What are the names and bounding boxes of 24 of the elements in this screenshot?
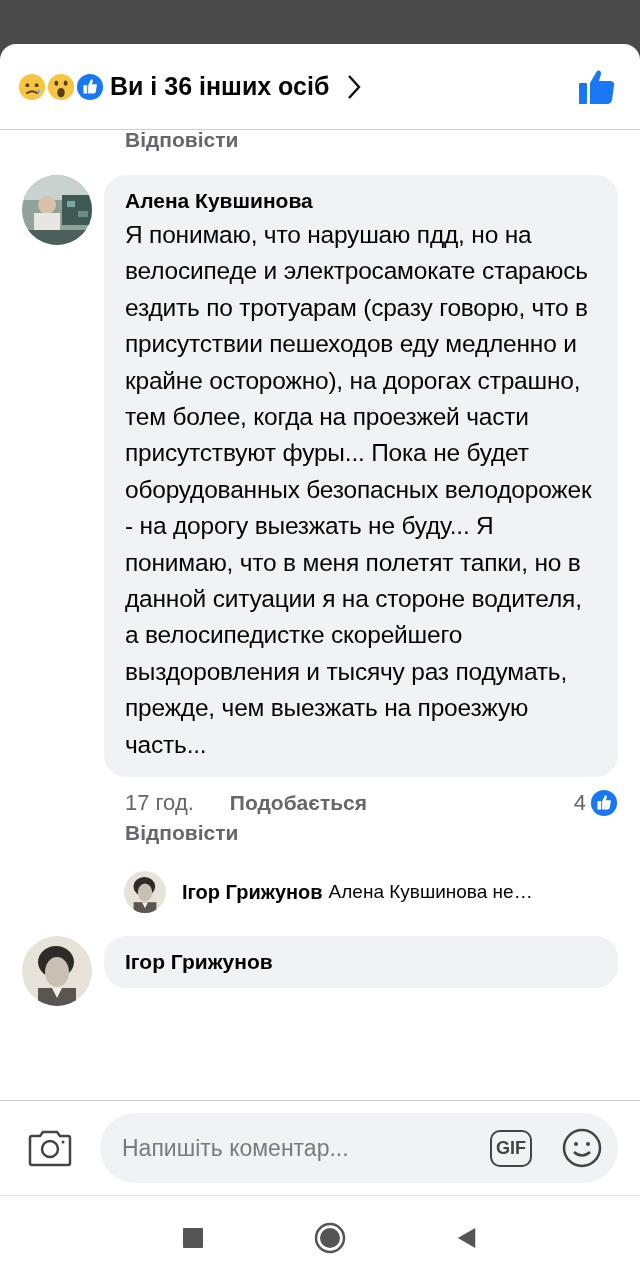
camera-icon[interactable]	[28, 1128, 72, 1168]
like-icon	[590, 789, 618, 818]
author-name[interactable]: Ігор Грижунов	[125, 950, 600, 975]
comment-time: 17 год.	[125, 790, 194, 817]
like-icon	[76, 72, 104, 101]
author-name[interactable]: Алена Кувшинова	[125, 189, 600, 213]
author-name[interactable]: Ігор Грижунов	[182, 880, 323, 904]
recents-icon[interactable]	[182, 1227, 204, 1249]
back-icon[interactable]	[456, 1227, 478, 1249]
like-count: 4	[573, 790, 586, 817]
surprised-emoji-icon	[47, 72, 75, 101]
thumbs-up-icon[interactable]	[578, 68, 616, 105]
gif-button[interactable]: GIF	[490, 1129, 532, 1167]
reply-link[interactable]: Відповісти	[125, 130, 239, 152]
chevron-right-icon[interactable]	[347, 73, 362, 100]
reply-link[interactable]: Відповісти	[104, 821, 618, 846]
comment-field[interactable]: Напишіть коментар... GIF	[100, 1113, 618, 1183]
reactions-summary[interactable]: Ви і 36 інших осіб	[110, 72, 330, 101]
sad-emoji-icon	[18, 72, 46, 101]
home-icon[interactable]	[314, 1222, 346, 1254]
smiley-icon[interactable]	[562, 1128, 602, 1168]
like-link[interactable]: Подобається	[229, 791, 367, 816]
comment-text: Я понимаю, что нарушаю пдд, но на велосипеде и электросамокате стараюсь ездить по тротуарам (сразу говорю, что в присутствии пешеходов еду медленно и крайне осторожно), на дорогах страшно, тем более, когда на проезжей части присутствуют фуры... Пока не будет оборудованных безопасных велодорожек - на дорогу выезжать не буду... Я понимаю, что в меня полетят тапки, но в данной ситуации я на стороне водителя, а велосипедистке скорейшего выздоровления и тысячу раз подумать, прежде, чем выезжать на проезжую часть...	[125, 220, 593, 760]
reply-preview-text[interactable]: Алена Кувшинова не…	[328, 881, 533, 904]
